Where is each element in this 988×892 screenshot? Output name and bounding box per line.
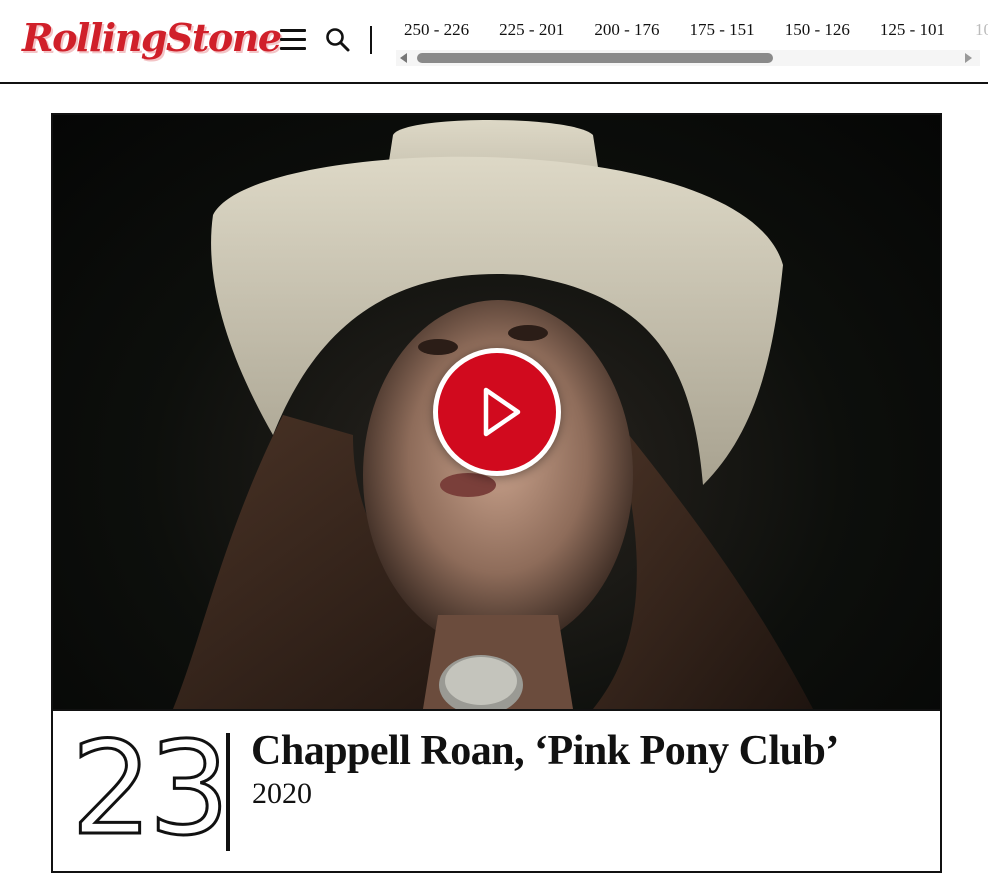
rolling-stone-logo[interactable]: RollingStone — [22, 12, 282, 64]
range-link-125-101[interactable]: 125 - 101 — [872, 20, 953, 40]
site-header: RollingStone 250 - 226 225 - 201 200 - 176… — [0, 0, 988, 84]
scroll-left-arrow-icon[interactable] — [400, 53, 407, 63]
range-link-250-226[interactable]: 250 - 226 — [396, 20, 477, 40]
range-scrollbar[interactable] — [396, 50, 980, 66]
range-link-225-201[interactable]: 225 - 201 — [491, 20, 572, 40]
song-year: 2020 — [252, 777, 312, 810]
caption-divider — [226, 733, 230, 851]
play-icon — [483, 387, 521, 437]
range-link-partial[interactable]: 10 — [967, 20, 988, 40]
range-list: 250 - 226 225 - 201 200 - 176 175 - 151 150 … — [396, 20, 988, 40]
song-title: Chappell Roan, ‘Pink Pony Club’ — [251, 728, 839, 774]
scroll-right-arrow-icon[interactable] — [965, 53, 972, 63]
song-card: 23 Chappell Roan, ‘Pink Pony Club’ 2020 — [51, 113, 942, 873]
play-button[interactable] — [433, 348, 561, 476]
header-divider — [370, 26, 372, 54]
scroll-thumb[interactable] — [417, 53, 773, 63]
range-navigation: 250 - 226 225 - 201 200 - 176 175 - 151 150 … — [396, 0, 988, 84]
rank-number: 23 — [70, 715, 232, 864]
video-thumbnail[interactable] — [53, 115, 940, 709]
song-caption: 23 Chappell Roan, ‘Pink Pony Club’ 2020 — [53, 709, 940, 871]
search-icon[interactable] — [325, 27, 351, 53]
hamburger-menu-icon[interactable] — [280, 29, 306, 51]
range-link-200-176[interactable]: 200 - 176 — [586, 20, 667, 40]
range-link-175-151[interactable]: 175 - 151 — [682, 20, 763, 40]
range-link-150-126[interactable]: 150 - 126 — [777, 20, 858, 40]
